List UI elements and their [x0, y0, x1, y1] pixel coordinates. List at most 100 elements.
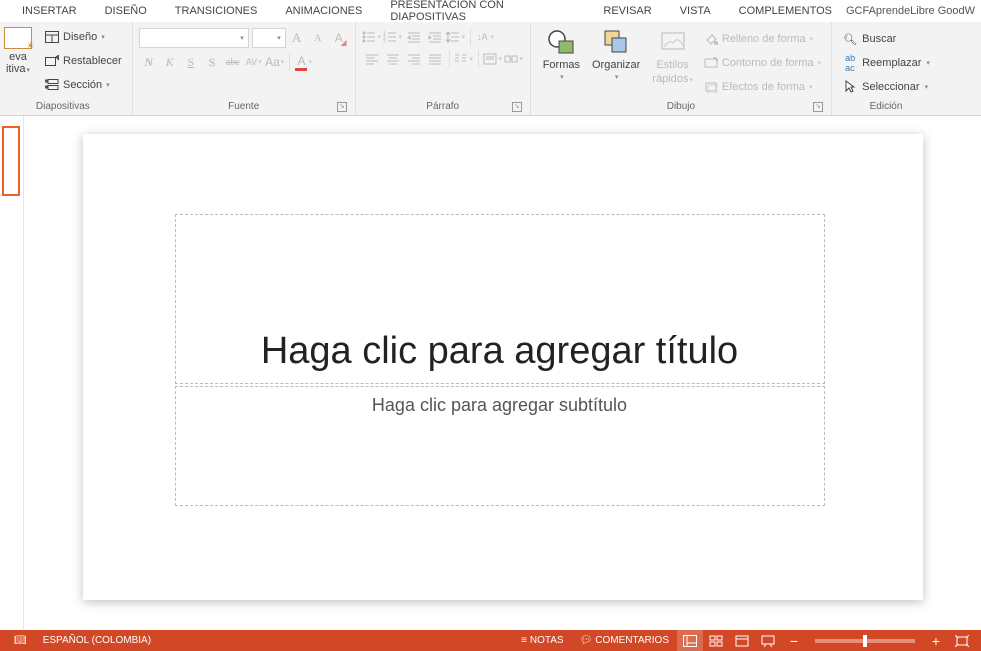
- align-justify-button[interactable]: [425, 50, 445, 68]
- quick-styles-icon: [658, 27, 688, 57]
- slideshow-view-button[interactable]: [755, 630, 781, 651]
- layout-icon: [44, 29, 60, 45]
- fuente-dialog-launcher[interactable]: ↘: [337, 102, 347, 112]
- shape-outline-button[interactable]: Contorno de forma▾: [699, 53, 825, 73]
- change-case-button[interactable]: Aa▾: [265, 52, 285, 72]
- notes-icon: ≡: [521, 635, 527, 646]
- thumbnail-panel: [0, 116, 24, 630]
- comments-icon: 💬︎: [580, 635, 593, 646]
- tab-revisar[interactable]: REVISAR: [589, 2, 665, 20]
- decrease-indent-button[interactable]: [404, 28, 424, 46]
- replace-icon: abac: [842, 55, 858, 71]
- font-family-combo[interactable]: ▾: [139, 28, 249, 48]
- spellcheck-icon: 📖︎: [14, 635, 27, 646]
- subtitle-placeholder[interactable]: Haga clic para agregar subtítulo: [175, 386, 825, 506]
- new-slide-button[interactable]: eva itiva▾: [0, 25, 36, 77]
- align-text-button[interactable]: ▾: [483, 50, 503, 68]
- arrange-icon: [601, 27, 631, 57]
- section-button[interactable]: Sección▾: [40, 75, 126, 95]
- group-label-dibujo: Dibujo↘: [537, 99, 825, 115]
- status-bar: 📖︎ ESPAÑOL (COLOMBIA) ≡NOTAS 💬︎COMENTARI…: [0, 630, 981, 651]
- find-button[interactable]: 🔍︎ Buscar: [838, 29, 900, 49]
- bullets-button[interactable]: ▾: [362, 28, 382, 46]
- sorter-view-button[interactable]: [703, 630, 729, 651]
- underline-button[interactable]: S: [181, 52, 201, 72]
- find-icon: 🔍︎: [842, 31, 858, 47]
- align-center-button[interactable]: [383, 50, 403, 68]
- italic-button[interactable]: K: [160, 52, 180, 72]
- bold-button[interactable]: N: [139, 52, 159, 72]
- strike-button[interactable]: abc: [223, 52, 243, 72]
- layout-button[interactable]: Diseño▾: [40, 27, 126, 47]
- shape-outline-icon: [703, 55, 719, 71]
- reset-button[interactable]: Restablecer: [40, 51, 126, 71]
- dibujo-dialog-launcher[interactable]: ↘: [813, 102, 823, 112]
- text-direction-button[interactable]: ↕A▾: [475, 28, 495, 46]
- numbering-button[interactable]: 123▾: [383, 28, 403, 46]
- shape-fill-icon: [703, 31, 719, 47]
- notes-button[interactable]: ≡NOTAS: [513, 630, 572, 651]
- ribbon: eva itiva▾ Diseño▾ Restablecer Sección▾ …: [0, 22, 981, 116]
- group-label-fuente: Fuente↘: [139, 99, 349, 115]
- slide: Haga clic para agregar título Haga clic …: [83, 134, 923, 600]
- smartart-button[interactable]: ▾: [504, 50, 524, 68]
- shape-fill-button[interactable]: Relleno de forma▾: [699, 29, 825, 49]
- tab-insertar[interactable]: INSERTAR: [8, 2, 91, 20]
- language-button[interactable]: ESPAÑOL (COLOMBIA): [35, 630, 159, 651]
- line-spacing-button[interactable]: ▾: [446, 28, 466, 46]
- zoom-out-button[interactable]: −: [781, 630, 807, 651]
- title-placeholder[interactable]: Haga clic para agregar título: [175, 214, 825, 384]
- char-spacing-button[interactable]: AV▾: [244, 52, 264, 72]
- reading-view-button[interactable]: [729, 630, 755, 651]
- group-dibujo: Formas▾ Organizar▾ Estilos rápidos▾ Rell…: [531, 22, 832, 115]
- shape-effects-button[interactable]: Efectos de forma▾: [699, 77, 825, 97]
- select-button[interactable]: Seleccionar▾: [838, 77, 932, 97]
- zoom-slider[interactable]: [815, 639, 915, 643]
- font-color-button[interactable]: A▾: [294, 52, 314, 72]
- comments-button[interactable]: 💬︎COMENTARIOS: [572, 630, 677, 651]
- new-slide-icon: [4, 27, 32, 49]
- shape-effects-icon: [703, 79, 719, 95]
- ribbon-tabs: INSERTAR DISEÑO TRANSICIONES ANIMACIONES…: [0, 0, 981, 22]
- align-right-button[interactable]: [404, 50, 424, 68]
- arrange-button[interactable]: Organizar▾: [586, 25, 646, 83]
- replace-button[interactable]: abac Reemplazar▾: [838, 53, 934, 73]
- spellcheck-button[interactable]: 📖︎: [6, 630, 35, 651]
- reset-icon: [44, 53, 60, 69]
- tab-vista[interactable]: VISTA: [666, 2, 725, 20]
- align-left-button[interactable]: [362, 50, 382, 68]
- select-icon: [842, 79, 858, 95]
- group-parrafo: ▾ 123▾ ▾ ↕A▾ ▾ ▾ ▾ Párrafo↘: [356, 22, 531, 115]
- clear-format-button[interactable]: A◢: [329, 28, 349, 48]
- fit-window-button[interactable]: [949, 630, 975, 651]
- tab-animaciones[interactable]: ANIMACIONES: [271, 2, 376, 20]
- columns-button[interactable]: ▾: [454, 50, 474, 68]
- normal-view-button[interactable]: [677, 630, 703, 651]
- title-placeholder-text: Haga clic para agregar título: [261, 330, 738, 373]
- font-size-combo[interactable]: ▾: [252, 28, 286, 48]
- shapes-button[interactable]: Formas▾: [537, 25, 586, 83]
- workspace: Haga clic para agregar título Haga clic …: [0, 116, 981, 630]
- shadow-button[interactable]: S: [202, 52, 222, 72]
- slide-thumbnail-1[interactable]: [2, 126, 20, 196]
- shrink-font-button[interactable]: A: [308, 28, 328, 48]
- slide-canvas[interactable]: Haga clic para agregar título Haga clic …: [24, 116, 981, 630]
- tab-transiciones[interactable]: TRANSICIONES: [161, 2, 272, 20]
- svg-text:3: 3: [383, 39, 386, 43]
- new-slide-label-1: eva: [9, 51, 27, 63]
- increase-indent-button[interactable]: [425, 28, 445, 46]
- tab-diseno[interactable]: DISEÑO: [91, 2, 161, 20]
- shapes-icon: [546, 27, 576, 57]
- tab-complementos[interactable]: COMPLEMENTOS: [725, 2, 846, 20]
- zoom-in-button[interactable]: +: [923, 630, 949, 651]
- section-icon: [44, 77, 60, 93]
- subtitle-placeholder-text: Haga clic para agregar subtítulo: [372, 395, 627, 416]
- group-edicion: 🔍︎ Buscar abac Reemplazar▾ Seleccionar▾ …: [832, 22, 940, 115]
- group-label-edicion: Edición: [838, 99, 934, 115]
- parrafo-dialog-launcher[interactable]: ↘: [512, 102, 522, 112]
- grow-font-button[interactable]: A: [287, 28, 307, 48]
- group-label-parrafo: Párrafo↘: [362, 99, 524, 115]
- group-label-diapositivas: Diapositivas: [0, 99, 126, 115]
- quick-styles-button[interactable]: Estilos rápidos▾: [646, 25, 699, 87]
- user-name[interactable]: GCFAprendeLibre GoodW: [846, 5, 981, 17]
